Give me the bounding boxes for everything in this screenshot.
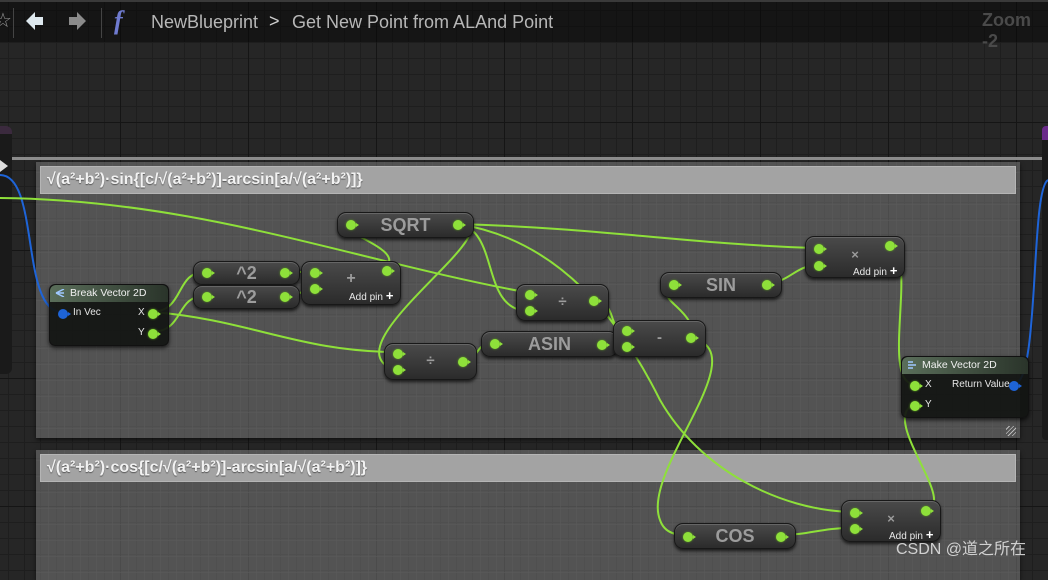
add-node[interactable]: + Add pin + (301, 261, 401, 305)
output-pin[interactable] (597, 340, 610, 350)
output-pin[interactable] (453, 220, 466, 230)
return-value-pin[interactable] (1009, 381, 1022, 391)
input-pin-b[interactable] (814, 261, 827, 271)
divide-node-1[interactable]: ÷ (516, 284, 609, 321)
y-output-pin[interactable] (148, 329, 161, 339)
subtract-node[interactable]: - (613, 320, 706, 357)
node-title: Make Vector 2D (922, 359, 997, 371)
add-pin-button[interactable]: Add pin + (853, 263, 898, 278)
output-pin[interactable] (921, 506, 934, 516)
pin-label: X (925, 379, 932, 390)
square-node-2[interactable]: ^2 (193, 285, 300, 309)
pin-label: Y (138, 327, 145, 338)
multiply-node-1[interactable]: × Add pin + (805, 236, 905, 278)
wire-sub-cos (656, 337, 714, 536)
wire-sqrt-mul2 (457, 223, 852, 513)
output-pin[interactable] (382, 266, 395, 276)
wire-return (1013, 179, 1048, 385)
watermark: CSDN @道之所在 (896, 541, 1027, 558)
plus-icon: + (385, 288, 394, 303)
output-pin[interactable] (776, 532, 789, 542)
plus-icon: + (889, 263, 898, 278)
output-pin[interactable] (762, 280, 775, 290)
output-pin[interactable] (589, 296, 602, 306)
break-struct-icon (55, 289, 65, 297)
x-output-pin[interactable] (148, 309, 161, 319)
pin-label: Y (925, 399, 932, 410)
wire-mul2-make (904, 404, 935, 511)
wire-sqrt-mul1 (457, 223, 818, 249)
cos-node[interactable]: COS (674, 523, 796, 549)
add-pin-label: Add pin (349, 292, 383, 303)
node-title: Break Vector 2D (70, 287, 147, 299)
sqrt-node[interactable]: SQRT (337, 212, 474, 238)
pin-label: Return Value (952, 379, 1010, 390)
output-pin[interactable] (458, 357, 471, 367)
make-struct-icon (908, 361, 916, 369)
pin-label: X (138, 307, 145, 318)
output-pin[interactable] (686, 333, 699, 343)
break-vector-2d-node[interactable]: Break Vector 2D In Vec X Y (49, 284, 169, 346)
output-pin[interactable] (280, 292, 293, 302)
x-input-pin[interactable] (910, 381, 923, 391)
pin-label: In Vec (73, 307, 101, 318)
wires-layer (0, 174, 1048, 536)
output-pin[interactable] (280, 268, 293, 278)
make-vector-2d-node[interactable]: Make Vector 2D X Y Return Value (901, 356, 1029, 418)
square-node-1[interactable]: ^2 (193, 261, 300, 285)
divide-node-2[interactable]: ÷ (384, 343, 477, 380)
sin-node[interactable]: SIN (660, 272, 782, 298)
in-vec-pin[interactable] (58, 309, 71, 319)
add-pin-button[interactable]: Add pin + (349, 288, 394, 303)
wire-x-div2 (152, 311, 398, 353)
asin-node[interactable]: ASIN (481, 331, 618, 357)
y-input-pin[interactable] (910, 401, 923, 411)
add-pin-label: Add pin (853, 267, 887, 278)
output-pin[interactable] (885, 241, 898, 251)
